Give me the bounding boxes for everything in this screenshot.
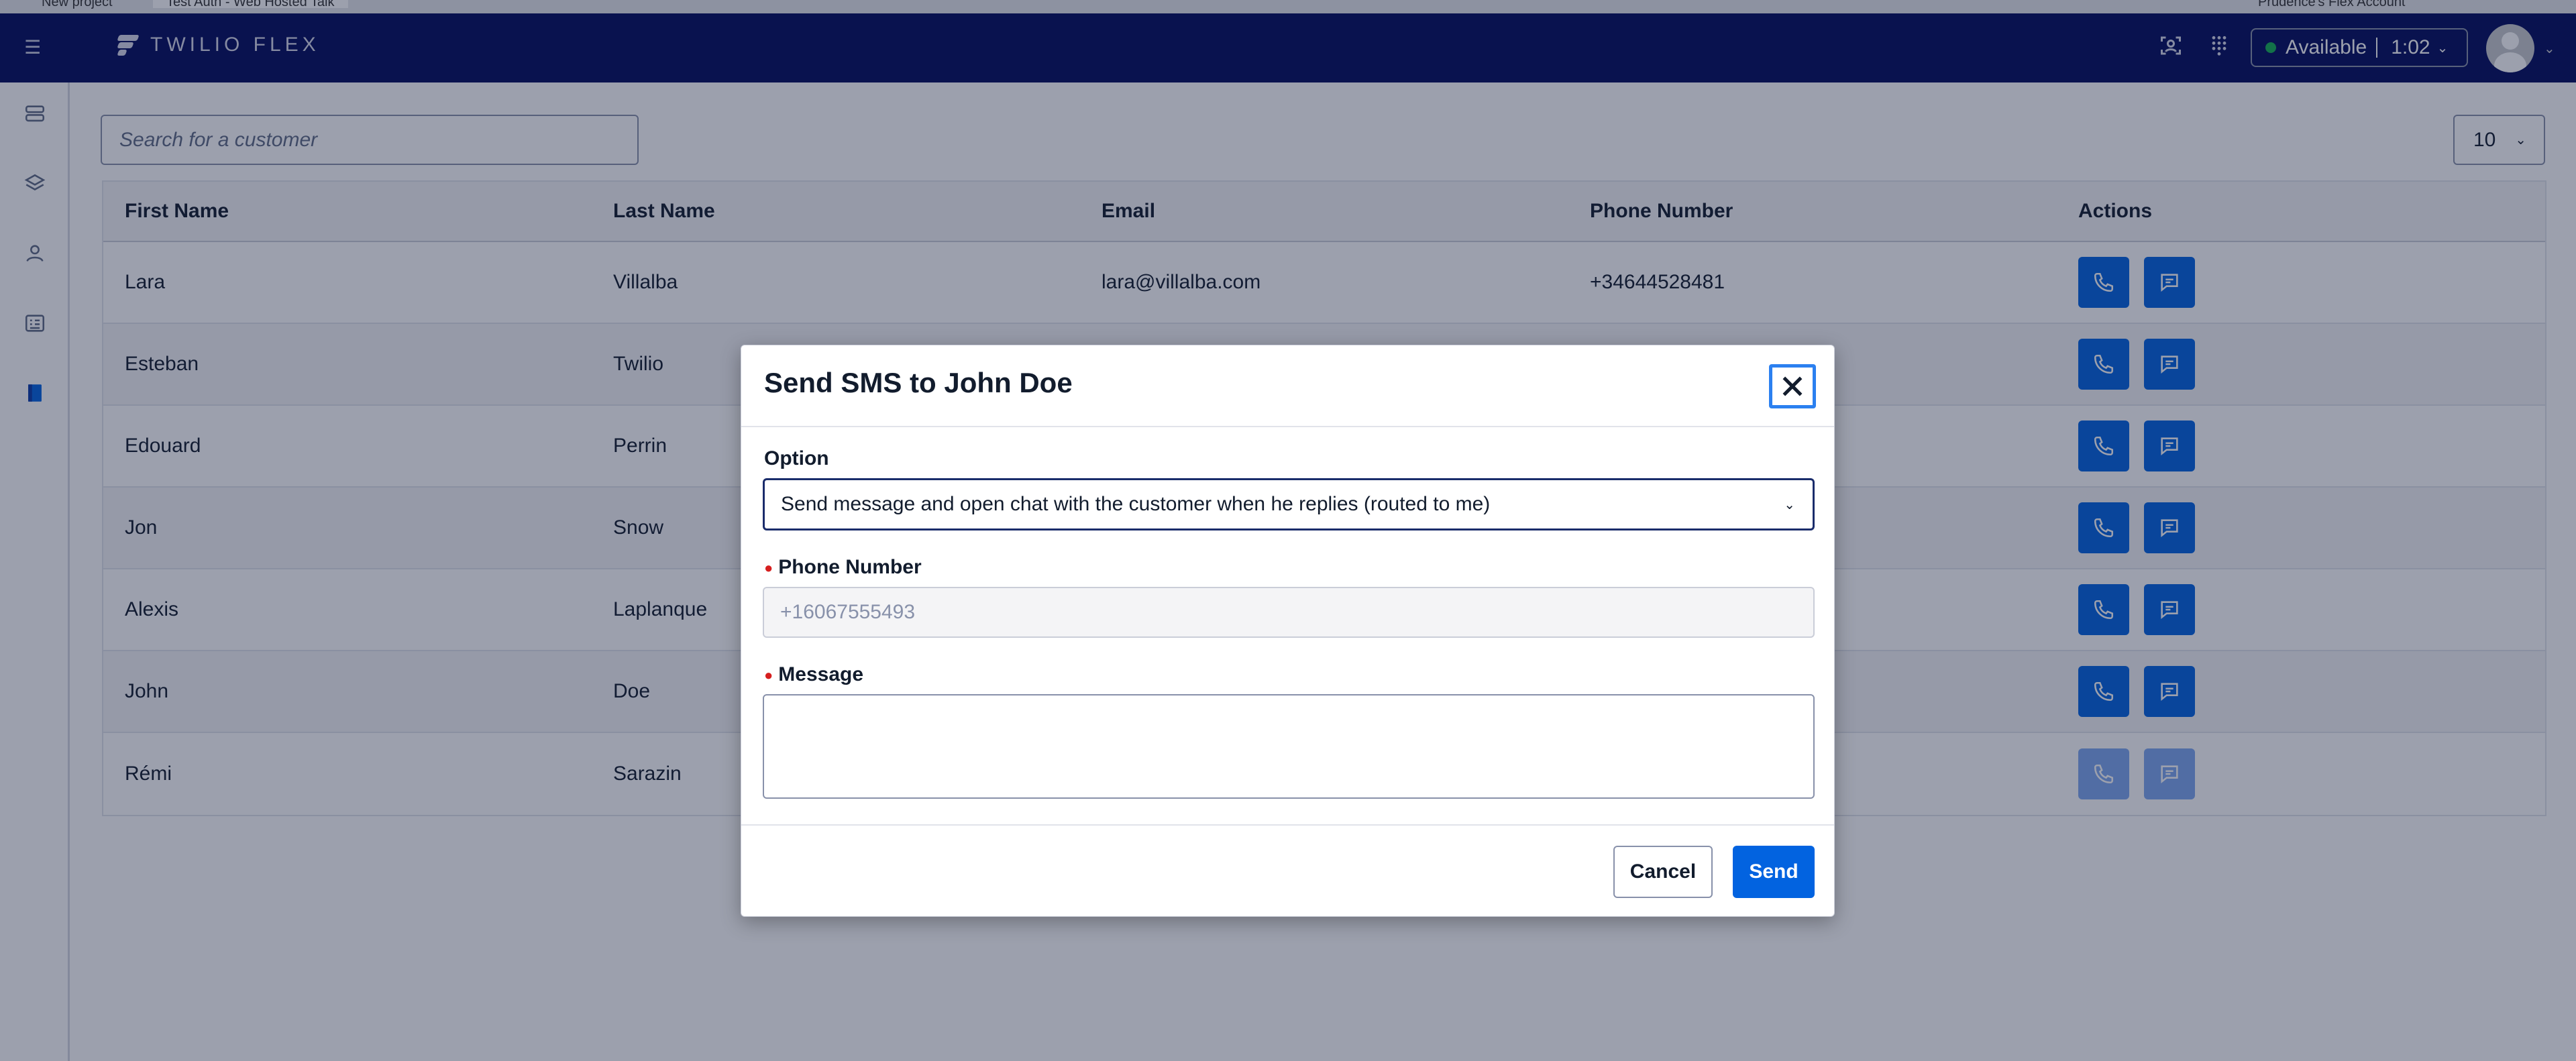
option-select[interactable]: Send message and open chat with the cust… (763, 478, 1815, 530)
modal-footer: Cancel Send (741, 824, 1834, 917)
phone-number-label-text: Phone Number (778, 556, 922, 578)
option-select-value: Send message and open chat with the cust… (781, 493, 1491, 515)
option-label: Option (764, 447, 829, 469)
cancel-button[interactable]: Cancel (1613, 846, 1713, 898)
required-indicator: ● (764, 559, 773, 577)
modal-header: Send SMS to John Doe (741, 345, 1834, 427)
send-sms-modal: Send SMS to John Doe Option Send message… (741, 345, 1835, 917)
phone-number-label: ● Phone Number (764, 556, 922, 579)
phone-number-field: +16067555493 (763, 587, 1815, 638)
chevron-down-icon: ⌄ (1784, 497, 1795, 512)
close-icon (1782, 376, 1803, 396)
message-label-text: Message (778, 663, 864, 685)
message-label: ● Message (764, 663, 863, 686)
required-indicator: ● (764, 667, 773, 684)
send-button[interactable]: Send (1733, 846, 1815, 898)
close-button[interactable] (1769, 364, 1816, 408)
modal-title: Send SMS to John Doe (764, 367, 1073, 398)
message-textarea[interactable] (763, 694, 1815, 799)
